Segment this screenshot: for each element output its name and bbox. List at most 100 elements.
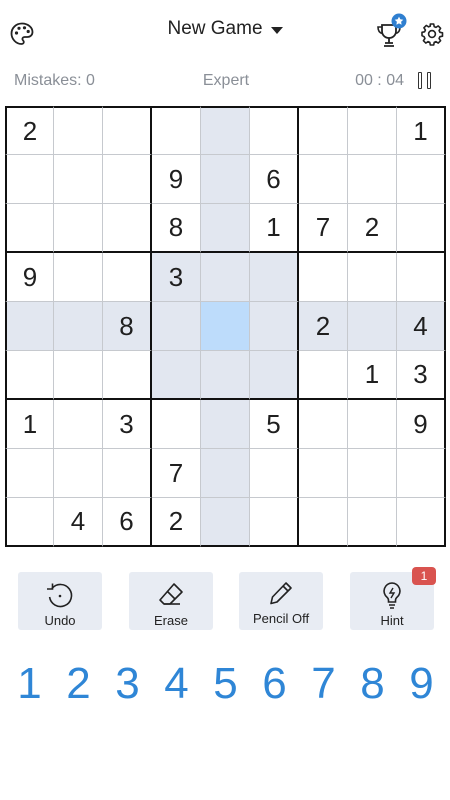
cell-r9c8[interactable]: [348, 498, 397, 547]
cell-r5c3[interactable]: 8: [103, 302, 152, 351]
cell-r2c7[interactable]: [299, 155, 348, 204]
cell-r3c7[interactable]: 7: [299, 204, 348, 253]
cell-r7c7[interactable]: [299, 400, 348, 449]
number-button-5[interactable]: 5: [201, 654, 250, 714]
cell-r1c6[interactable]: [250, 106, 299, 155]
undo-button[interactable]: Undo: [18, 572, 102, 630]
cell-r1c1[interactable]: 2: [5, 106, 54, 155]
cell-r5c5[interactable]: [201, 302, 250, 351]
trophy-star-icon[interactable]: [372, 12, 408, 52]
cell-r3c3[interactable]: [103, 204, 152, 253]
cell-r2c6[interactable]: 6: [250, 155, 299, 204]
cell-r5c8[interactable]: [348, 302, 397, 351]
cell-r5c6[interactable]: [250, 302, 299, 351]
cell-r2c9[interactable]: [397, 155, 446, 204]
cell-r6c4[interactable]: [152, 351, 201, 400]
cell-r8c8[interactable]: [348, 449, 397, 498]
cell-r5c1[interactable]: [5, 302, 54, 351]
cell-r7c9[interactable]: 9: [397, 400, 446, 449]
cell-r3c5[interactable]: [201, 204, 250, 253]
cell-r6c2[interactable]: [54, 351, 103, 400]
cell-r9c3[interactable]: 6: [103, 498, 152, 547]
cell-r6c5[interactable]: [201, 351, 250, 400]
cell-r4c3[interactable]: [103, 253, 152, 302]
cell-r7c1[interactable]: 1: [5, 400, 54, 449]
cell-r8c7[interactable]: [299, 449, 348, 498]
cell-r4c5[interactable]: [201, 253, 250, 302]
cell-r9c9[interactable]: [397, 498, 446, 547]
cell-r6c3[interactable]: [103, 351, 152, 400]
number-button-1[interactable]: 1: [5, 654, 54, 714]
cell-r3c1[interactable]: [5, 204, 54, 253]
cell-r4c4[interactable]: 3: [152, 253, 201, 302]
cell-r1c7[interactable]: [299, 106, 348, 155]
pencil-toggle-button[interactable]: Pencil Off: [239, 572, 323, 630]
cell-r8c9[interactable]: [397, 449, 446, 498]
cell-r7c2[interactable]: [54, 400, 103, 449]
cell-r7c4[interactable]: [152, 400, 201, 449]
cell-r8c5[interactable]: [201, 449, 250, 498]
cell-r5c7[interactable]: 2: [299, 302, 348, 351]
cell-r4c6[interactable]: [250, 253, 299, 302]
cell-r1c5[interactable]: [201, 106, 250, 155]
cell-r4c9[interactable]: [397, 253, 446, 302]
pencil-icon: [270, 582, 292, 605]
number-button-8[interactable]: 8: [348, 654, 397, 714]
cell-r9c6[interactable]: [250, 498, 299, 547]
cell-r1c8[interactable]: [348, 106, 397, 155]
cell-r2c1[interactable]: [5, 155, 54, 204]
cell-r1c2[interactable]: [54, 106, 103, 155]
cell-r3c2[interactable]: [54, 204, 103, 253]
cell-r4c8[interactable]: [348, 253, 397, 302]
cell-r4c2[interactable]: [54, 253, 103, 302]
cell-r3c9[interactable]: [397, 204, 446, 253]
number-button-4[interactable]: 4: [152, 654, 201, 714]
cell-r3c8[interactable]: 2: [348, 204, 397, 253]
cell-r1c9[interactable]: 1: [397, 106, 446, 155]
cell-r6c1[interactable]: [5, 351, 54, 400]
cell-r5c9[interactable]: 4: [397, 302, 446, 351]
cell-r6c8[interactable]: 1: [348, 351, 397, 400]
cell-r9c5[interactable]: [201, 498, 250, 547]
cell-r3c4[interactable]: 8: [152, 204, 201, 253]
palette-icon[interactable]: [6, 18, 38, 50]
cell-r7c8[interactable]: [348, 400, 397, 449]
cell-r9c1[interactable]: [5, 498, 54, 547]
number-button-3[interactable]: 3: [103, 654, 152, 714]
gear-icon[interactable]: [416, 18, 448, 50]
cell-r2c2[interactable]: [54, 155, 103, 204]
cell-r9c7[interactable]: [299, 498, 348, 547]
cell-r4c7[interactable]: [299, 253, 348, 302]
cell-r6c9[interactable]: 3: [397, 351, 446, 400]
cell-r3c6[interactable]: 1: [250, 204, 299, 253]
cell-r6c6[interactable]: [250, 351, 299, 400]
number-button-9[interactable]: 9: [397, 654, 446, 714]
cell-r8c2[interactable]: [54, 449, 103, 498]
number-button-6[interactable]: 6: [250, 654, 299, 714]
number-button-2[interactable]: 2: [54, 654, 103, 714]
number-pad: 123456789: [5, 654, 446, 714]
pause-icon[interactable]: [418, 72, 436, 91]
new-game-dropdown[interactable]: New Game: [167, 18, 283, 40]
erase-button[interactable]: Erase: [129, 572, 213, 630]
cell-r8c6[interactable]: [250, 449, 299, 498]
cell-r1c3[interactable]: [103, 106, 152, 155]
cell-r1c4[interactable]: [152, 106, 201, 155]
cell-r5c4[interactable]: [152, 302, 201, 351]
cell-r6c7[interactable]: [299, 351, 348, 400]
cell-r2c3[interactable]: [103, 155, 152, 204]
number-button-7[interactable]: 7: [299, 654, 348, 714]
cell-r8c3[interactable]: [103, 449, 152, 498]
cell-r4c1[interactable]: 9: [5, 253, 54, 302]
cell-r7c3[interactable]: 3: [103, 400, 152, 449]
cell-r5c2[interactable]: [54, 302, 103, 351]
cell-r2c4[interactable]: 9: [152, 155, 201, 204]
cell-r9c4[interactable]: 2: [152, 498, 201, 547]
cell-r7c5[interactable]: [201, 400, 250, 449]
cell-r7c6[interactable]: 5: [250, 400, 299, 449]
cell-r8c4[interactable]: 7: [152, 449, 201, 498]
cell-r9c2[interactable]: 4: [54, 498, 103, 547]
cell-r2c5[interactable]: [201, 155, 250, 204]
cell-r8c1[interactable]: [5, 449, 54, 498]
cell-r2c8[interactable]: [348, 155, 397, 204]
